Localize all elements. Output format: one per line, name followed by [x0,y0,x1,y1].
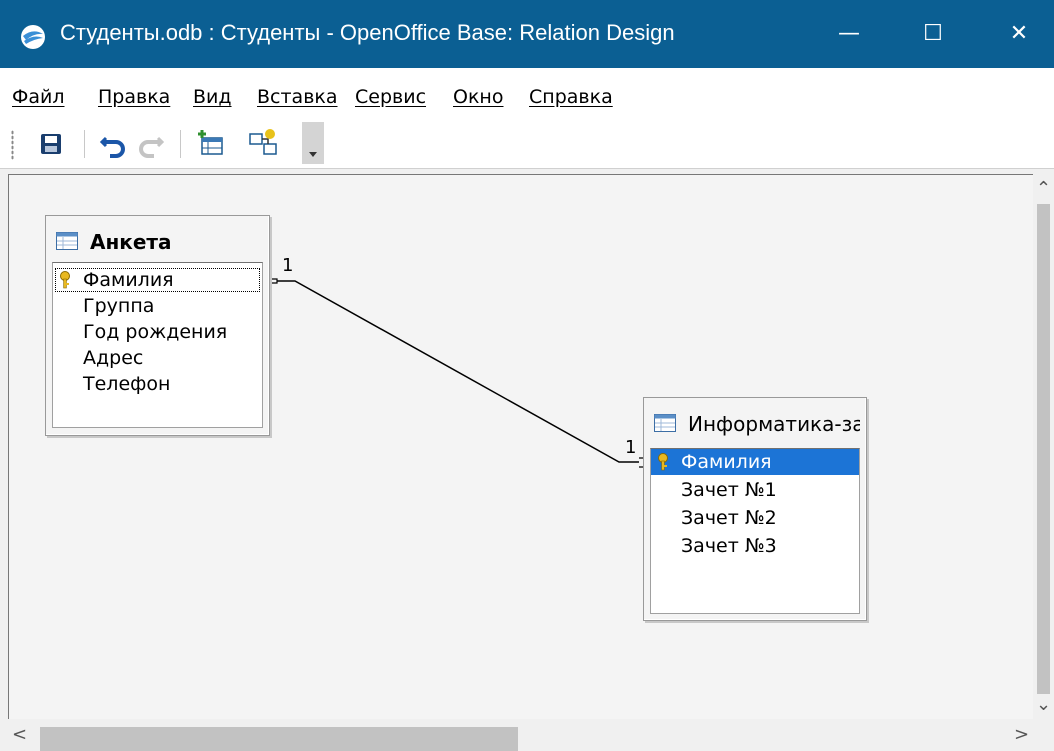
field-name: Адрес [83,347,144,369]
undo-button[interactable] [96,126,130,162]
field-name: Зачет №2 [681,507,777,529]
menu-tools[interactable]: Сервис [355,86,426,108]
scroll-right-icon[interactable]: > [1014,724,1029,745]
menu-insert[interactable]: Вставка [257,86,338,108]
close-button[interactable]: ✕ [984,0,1054,68]
field-name: Фамилия [83,269,174,291]
menu-view[interactable]: Вид [193,86,232,108]
new-table-icon [198,130,223,155]
field-name: Телефон [83,373,171,395]
save-icon [41,134,61,154]
window-title: Студенты.odb : Студенты - OpenOffice Bas… [60,20,675,45]
relation-design-canvas[interactable]: 1 1 Анкета Фамилия Группа Год рождения А… [8,174,1033,720]
menu-bar: Файл Правка Вид Вставка Сервис Окно Спра… [0,68,1054,120]
table-title: Информатика-за [688,412,860,436]
save-button[interactable] [34,126,68,162]
field-row-familiya-selected[interactable]: Фамилия [651,449,859,475]
add-table-button[interactable] [194,126,228,162]
field-row-familiya[interactable]: Фамилия [53,267,262,293]
table-icon [56,232,78,250]
redo-icon [139,136,165,158]
field-list[interactable]: Фамилия Группа Год рождения Адрес Телефо… [52,262,263,428]
primary-key-icon [658,453,668,471]
maximize-icon: ☐ [923,21,943,46]
close-icon: ✕ [1009,21,1029,46]
minimize-button[interactable]: — [814,0,884,68]
scroll-up-icon[interactable]: ⌃ [1036,178,1051,199]
field-name: Зачет №1 [681,479,777,501]
vertical-scroll-thumb[interactable] [1037,204,1050,694]
openoffice-logo-icon [21,25,45,49]
primary-key-icon [60,271,70,289]
table-title: Анкета [90,230,172,254]
table-icon [654,414,676,432]
vertical-scrollbar[interactable]: ⌃ ⌄ [1033,174,1054,719]
new-relation-icon [249,129,277,155]
table-window-informatika[interactable]: Информатика-за Фамилия Зачет №1 Зачет №2… [643,397,867,621]
field-name: Год рождения [83,321,228,343]
relation-cardinality-left: 1 [282,255,294,276]
toolbar-grip[interactable] [11,130,14,160]
toolbar [0,120,1054,169]
title-bar: Студенты.odb : Студенты - OpenOffice Bas… [0,0,1054,68]
table-header[interactable]: Информатика-за [650,406,860,440]
toolbar-separator [180,130,181,158]
field-name: Группа [83,295,155,317]
scroll-left-icon[interactable]: < [12,724,27,745]
undo-icon [99,136,125,158]
menu-help[interactable]: Справка [529,86,613,108]
field-name: Фамилия [681,451,772,473]
toolbar-overflow-button[interactable] [302,122,324,164]
table-window-anketa[interactable]: Анкета Фамилия Группа Год рождения Адрес [45,215,270,436]
horizontal-scrollbar[interactable]: < > [0,719,1054,751]
field-name: Зачет №3 [681,535,777,557]
menu-window[interactable]: Окно [453,86,503,108]
redo-button[interactable] [134,126,168,162]
menu-file[interactable]: Файл [12,86,65,108]
field-list[interactable]: Фамилия Зачет №1 Зачет №2 Зачет №3 [650,448,860,614]
minimize-icon: — [838,21,860,46]
table-header[interactable]: Анкета [52,224,263,258]
dropdown-icon [309,152,317,157]
scroll-down-icon[interactable]: ⌄ [1036,694,1051,715]
horizontal-scroll-thumb[interactable] [40,727,518,751]
maximize-button[interactable]: ☐ [898,0,968,68]
toolbar-separator [84,130,85,158]
menu-edit[interactable]: Правка [98,86,170,108]
relation-cardinality-right: 1 [625,437,637,458]
new-relation-button[interactable] [246,126,280,162]
